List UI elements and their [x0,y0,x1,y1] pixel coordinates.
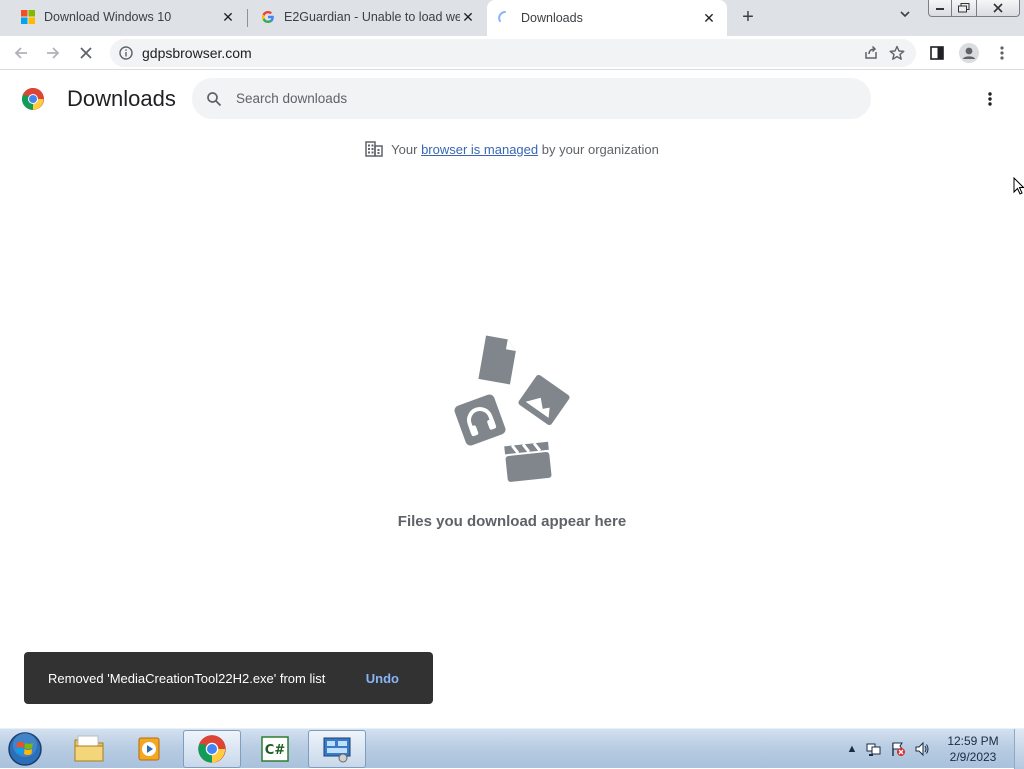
kebab-menu-icon[interactable] [990,41,1014,65]
google-g-icon [260,9,276,25]
back-arrow-icon[interactable] [9,41,33,65]
network-icon[interactable] [866,741,882,757]
loading-spinner-icon [497,10,513,26]
managed-suffix: by your organization [538,141,659,157]
windows-taskbar: C# ▲ 12:59 PM 2/9/2023 [0,728,1024,769]
removed-toast: Removed 'MediaCreationTool22H2.exe' from… [24,652,433,704]
minimize-window-button[interactable] [928,0,952,17]
system-tray: ▲ 12:59 PM 2/9/2023 [838,729,1024,769]
search-bar[interactable] [192,78,871,119]
document-icon [478,335,516,385]
taskbar-csharp-editor-icon[interactable]: C# [246,730,304,768]
mouse-cursor-icon [1013,176,1024,195]
tab-title: Downloads [521,11,583,25]
forward-arrow-icon[interactable] [41,41,65,65]
tab-title: E2Guardian - Unable to load web [284,10,460,24]
site-info-icon[interactable] [118,45,134,61]
search-icon [204,89,224,109]
clock-date: 2/9/2023 [949,750,997,764]
side-panel-icon[interactable] [925,41,949,65]
tab-downloads[interactable]: Downloads ✕ [487,0,727,36]
browser-toolbar: gdpsbrowser.com [0,36,1024,70]
empty-state-text: Files you download appear here [397,513,627,530]
downloads-menu-icon[interactable] [978,87,1002,111]
search-input[interactable] [236,91,871,106]
profile-avatar-icon[interactable] [957,41,981,65]
tab-strip: Download Windows 10 ✕ E2Guardian - Unabl… [0,0,1024,36]
downloads-header: Downloads [0,71,1024,127]
tab-download-windows[interactable]: Download Windows 10 ✕ [0,0,246,34]
chevron-down-icon[interactable] [896,8,914,26]
tab-title: Download Windows 10 [44,10,172,24]
new-tab-icon[interactable]: + [738,6,758,28]
undo-button[interactable]: Undo [366,671,399,686]
close-tab-icon[interactable]: ✕ [460,9,476,25]
empty-downloads-illustration [440,330,585,490]
taskbar-file-explorer-icon[interactable] [60,730,118,768]
svg-text:C#: C# [265,743,286,758]
bookmark-star-icon[interactable] [884,40,910,66]
action-center-flag-icon[interactable] [890,741,906,757]
taskbar-media-player-icon[interactable] [121,730,179,768]
restore-window-button[interactable] [951,0,977,17]
headphones-icon [454,394,506,446]
address-bar[interactable]: gdpsbrowser.com [110,39,916,67]
video-clapper-icon [504,441,552,482]
start-button[interactable] [4,730,46,768]
tab-e2guardian[interactable]: E2Guardian - Unable to load web ✕ [248,0,486,34]
page-title: Downloads [67,86,176,111]
share-icon[interactable] [858,40,884,66]
toast-message: Removed 'MediaCreationTool22H2.exe' from… [48,670,326,686]
browser-managed-link[interactable]: browser is managed [421,142,538,157]
close-tab-icon[interactable]: ✕ [220,9,236,25]
show-hidden-icons-icon[interactable]: ▲ [844,741,860,757]
managed-prefix: Your [391,141,422,157]
url-text[interactable]: gdpsbrowser.com [142,45,858,61]
stop-loading-icon[interactable] [74,41,98,65]
volume-icon[interactable] [914,741,930,757]
windows-logo-icon [20,9,36,25]
managed-notice: Your browser is managed by your organiza… [0,140,1024,158]
show-desktop-button[interactable] [1014,729,1024,769]
clock-time: 12:59 PM [947,734,999,748]
chrome-logo-icon [21,87,45,111]
taskbar-chrome-icon[interactable] [183,730,241,768]
image-icon [518,374,570,426]
taskbar-control-panel-icon[interactable] [308,730,366,768]
close-window-button[interactable] [976,0,1020,17]
close-tab-icon[interactable]: ✕ [701,10,717,26]
clock[interactable]: 12:59 PM 2/9/2023 [938,733,1008,765]
building-icon [365,140,383,158]
